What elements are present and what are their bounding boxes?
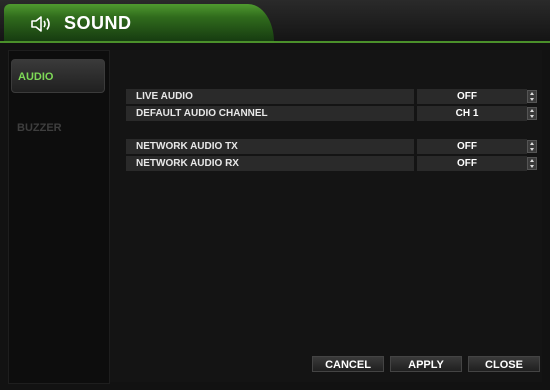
spinner-icon[interactable] (527, 90, 537, 103)
setting-label: NETWORK AUDIO TX (126, 139, 414, 154)
sidebar-item-buzzer[interactable]: BUZZER (11, 111, 105, 145)
setting-row-network-audio-rx: NETWORK AUDIO RX OFF (126, 156, 541, 171)
setting-value[interactable]: CH 1 (417, 106, 527, 121)
apply-button[interactable]: APPLY (390, 356, 462, 372)
title-tab: SOUND (4, 4, 274, 42)
sound-window: SOUND AUDIO BUZZER LIVE AUDIO OFF DEFAUL… (0, 0, 550, 390)
window-title: SOUND (64, 13, 132, 33)
spinner-icon[interactable] (527, 157, 537, 170)
setting-value[interactable]: OFF (417, 139, 527, 154)
title-divider (0, 41, 550, 43)
settings-panel: LIVE AUDIO OFF DEFAULT AUDIO CHANNEL CH … (110, 50, 542, 382)
sidebar-item-audio[interactable]: AUDIO (11, 59, 105, 93)
setting-value[interactable]: OFF (417, 156, 527, 171)
speaker-icon (31, 16, 50, 32)
setting-row-live-audio: LIVE AUDIO OFF (126, 89, 541, 104)
setting-label: DEFAULT AUDIO CHANNEL (126, 106, 414, 121)
setting-label: LIVE AUDIO (126, 89, 414, 104)
close-button[interactable]: CLOSE (468, 356, 540, 372)
spinner-icon[interactable] (527, 107, 537, 120)
sidebar: AUDIO BUZZER (8, 50, 110, 384)
setting-row-default-audio-channel: DEFAULT AUDIO CHANNEL CH 1 (126, 106, 541, 121)
title-bar: SOUND (0, 0, 550, 42)
setting-row-network-audio-tx: NETWORK AUDIO TX OFF (126, 139, 541, 154)
cancel-button[interactable]: CANCEL (312, 356, 384, 372)
setting-value[interactable]: OFF (417, 89, 527, 104)
setting-label: NETWORK AUDIO RX (126, 156, 414, 171)
spinner-icon[interactable] (527, 140, 537, 153)
